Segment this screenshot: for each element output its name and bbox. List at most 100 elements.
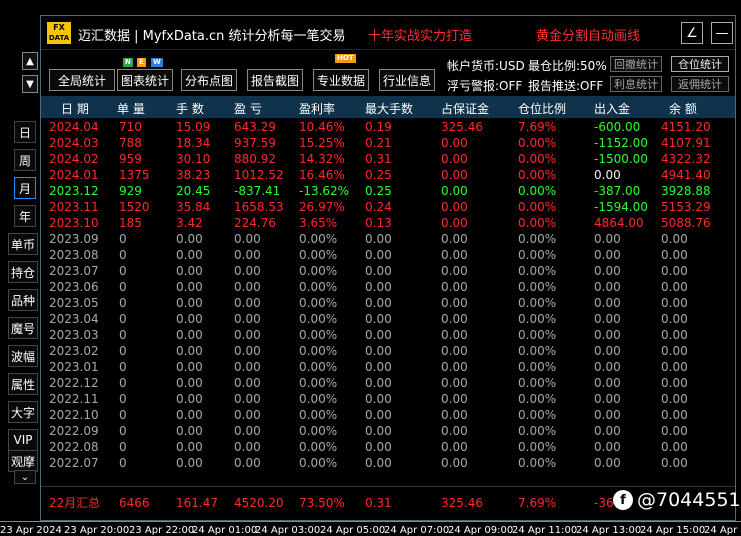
industry-info-button[interactable]: 行业信息	[379, 69, 435, 91]
cell-max-lots: 0.00	[365, 344, 392, 358]
table-row[interactable]: 2023.09 0 0.00 0.00 0.00% 0.00 0.00 0.00% 0.00 0.…	[41, 231, 735, 247]
side-tab-vip[interactable]: VIP	[8, 429, 38, 451]
period-tab-month[interactable]: 月	[14, 177, 36, 199]
global-stats-button[interactable]: 全局统计	[49, 69, 115, 91]
cell-max-lots: 0.00	[365, 232, 392, 246]
toolbar: 全局统计 N E W 图表统计 分布点图 报告截图 HOT 专业数据 行业信息 …	[41, 52, 735, 94]
side-tab-magic-number[interactable]: 魔号	[8, 317, 38, 339]
cell-margin: 0.00	[441, 264, 468, 278]
side-tab-single-currency[interactable]: 单币	[8, 233, 38, 255]
cell-lots: 20.45	[176, 184, 211, 198]
cell-balance: 0.00	[661, 424, 688, 438]
table-row[interactable]: 2022.09 0 0.00 0.00 0.00% 0.00 0.00 0.00% 0.00 0.…	[41, 423, 735, 439]
summary-max-lots: 0.31	[365, 496, 392, 510]
table-row[interactable]: 2023.02 0 0.00 0.00 0.00% 0.00 0.00 0.00% 0.00 0.…	[41, 343, 735, 359]
side-tab-observe[interactable]: 观摩	[8, 450, 38, 472]
table-row[interactable]: 2024.04 710 15.09 643.29 10.46% 0.19 325.46 7.6…	[41, 119, 735, 135]
side-tab-symbols[interactable]: 品种	[8, 289, 38, 311]
cell-position-ratio: 0.00%	[518, 200, 557, 214]
chart-stats-button[interactable]: 图表统计	[117, 69, 173, 91]
table-row[interactable]: 2022.07 0 0.00 0.00 0.00% 0.00 0.00 0.00% 0.00 0.…	[41, 455, 735, 471]
watermark: f @7044551	[613, 489, 741, 511]
table-row[interactable]: 2023.11 1520 35.84 1658.53 26.97% 0.24 0.00 0.0…	[41, 199, 735, 215]
cell-orders: 0	[119, 264, 127, 278]
cell-margin: 0.00	[441, 152, 468, 166]
scroll-up-button[interactable]: ▲	[22, 52, 38, 70]
scroll-down-button[interactable]: ▼	[22, 75, 38, 93]
table-row[interactable]: 2023.08 0 0.00 0.00 0.00% 0.00 0.00 0.00% 0.00 0.…	[41, 247, 735, 263]
cell-profit-rate: 26.97%	[299, 200, 345, 214]
table-row[interactable]: 2024.01 1375 38.23 1012.52 16.46% 0.25 0.00 0.0…	[41, 167, 735, 183]
table-row[interactable]: 2022.08 0 0.00 0.00 0.00% 0.00 0.00 0.00% 0.00 0.…	[41, 439, 735, 455]
cell-position-ratio: 0.00%	[518, 312, 557, 326]
cell-orders: 0	[119, 248, 127, 262]
period-tab-week[interactable]: 周	[14, 149, 36, 171]
cell-max-lots: 0.00	[365, 280, 392, 294]
cell-date: 2022.07	[49, 456, 99, 470]
table-row[interactable]: 2023.05 0 0.00 0.00 0.00% 0.00 0.00 0.00% 0.00 0.…	[41, 295, 735, 311]
header-deposit-withdraw: 出入金	[594, 102, 631, 116]
cell-max-lots: 0.00	[365, 456, 392, 470]
table-row[interactable]: 2022.10 0 0.00 0.00 0.00% 0.00 0.00 0.00% 0.00 0.…	[41, 407, 735, 423]
report-push-status: 报告推送:OFF	[528, 79, 604, 93]
table-row[interactable]: 2023.06 0 0.00 0.00 0.00% 0.00 0.00 0.00% 0.00 0.…	[41, 279, 735, 295]
cell-position-ratio: 0.00%	[518, 152, 557, 166]
time-tick-label: 24 Apr 03:00	[255, 525, 321, 536]
summary-pnl: 4520.20	[234, 496, 284, 510]
summary-lots: 161.47	[176, 496, 218, 510]
period-tab-day[interactable]: 日	[14, 121, 36, 143]
side-tab-large-font[interactable]: 大字	[8, 401, 38, 423]
interest-stats-button[interactable]: 利息统计	[610, 76, 662, 92]
cell-date: 2024.04	[49, 120, 99, 134]
cell-margin: 0.00	[441, 360, 468, 374]
table-row[interactable]: 2022.12 0 0.00 0.00 0.00% 0.00 0.00 0.00% 0.00 0.…	[41, 375, 735, 391]
draw-line-button[interactable]: ∠	[681, 22, 703, 44]
side-tab-range[interactable]: 波幅	[8, 345, 38, 367]
table-row[interactable]: 2023.07 0 0.00 0.00 0.00% 0.00 0.00 0.00% 0.00 0.…	[41, 263, 735, 279]
cell-lots: 0.00	[176, 280, 203, 294]
position-stats-button[interactable]: 仓位统计	[671, 56, 729, 72]
table-row[interactable]: 2023.03 0 0.00 0.00 0.00% 0.00 0.00 0.00% 0.00 0.…	[41, 327, 735, 343]
cell-date: 2023.11	[49, 200, 99, 214]
minimize-button[interactable]: —	[711, 22, 733, 44]
cell-lots: 15.09	[176, 120, 211, 134]
new-badge-w: W	[151, 58, 163, 67]
cell-date: 2022.10	[49, 408, 99, 422]
chevron-down-icon[interactable]: ⌄	[14, 470, 36, 484]
slogan-fibonacci: 黄金分割自动画线	[536, 29, 641, 44]
cell-lots: 3.42	[176, 216, 203, 230]
cell-margin: 0.00	[441, 440, 468, 454]
cell-balance: 4151.20	[661, 120, 711, 134]
pro-data-button[interactable]: 专业数据	[313, 69, 369, 91]
report-screenshot-button[interactable]: 报告截图	[247, 69, 303, 91]
cell-position-ratio: 0.00%	[518, 392, 557, 406]
cell-max-lots: 0.00	[365, 392, 392, 406]
cell-orders: 0	[119, 440, 127, 454]
rebate-stats-button[interactable]: 返佣统计	[671, 76, 729, 92]
table-row[interactable]: 2023.01 0 0.00 0.00 0.00% 0.00 0.00 0.00% 0.00 0.…	[41, 359, 735, 375]
cell-max-lots: 0.00	[365, 248, 392, 262]
cell-max-lots: 0.00	[365, 360, 392, 374]
table-row[interactable]: 2023.10 185 3.42 224.76 3.65% 0.13 0.00 0.00% 48…	[41, 215, 735, 231]
cell-pnl: 0.00	[234, 312, 261, 326]
cell-deposit-withdraw: 0.00	[594, 456, 621, 470]
table-row[interactable]: 2023.04 0 0.00 0.00 0.00% 0.00 0.00 0.00% 0.00 0.…	[41, 311, 735, 327]
period-tab-year[interactable]: 年	[14, 205, 36, 227]
cell-date: 2023.02	[49, 344, 99, 358]
cell-profit-rate: -13.62%	[299, 184, 350, 198]
cell-margin: 0.00	[441, 456, 468, 470]
side-tab-attributes[interactable]: 属性	[8, 373, 38, 395]
cell-position-ratio: 0.00%	[518, 232, 557, 246]
cell-max-lots: 0.31	[365, 152, 392, 166]
distribution-chart-button[interactable]: 分布点图	[181, 69, 237, 91]
cell-position-ratio: 0.00%	[518, 136, 557, 150]
table-row[interactable]: 2024.02 959 30.10 880.92 14.32% 0.31 0.00 0.00%…	[41, 151, 735, 167]
table-row[interactable]: 2024.03 788 18.34 937.59 15.25% 0.21 0.00 0.00%…	[41, 135, 735, 151]
drawdown-stats-button[interactable]: 回撤统计	[610, 56, 662, 72]
cell-pnl: 0.00	[234, 376, 261, 390]
cell-max-lots: 0.19	[365, 120, 392, 134]
header-balance: 余 额	[669, 102, 697, 116]
table-row[interactable]: 2023.12 929 20.45 -837.41 -13.62% 0.25 0.00 0.0…	[41, 183, 735, 199]
side-tab-positions[interactable]: 持仓	[8, 261, 38, 283]
table-row[interactable]: 2022.11 0 0.00 0.00 0.00% 0.00 0.00 0.00% 0.00 0.…	[41, 391, 735, 407]
